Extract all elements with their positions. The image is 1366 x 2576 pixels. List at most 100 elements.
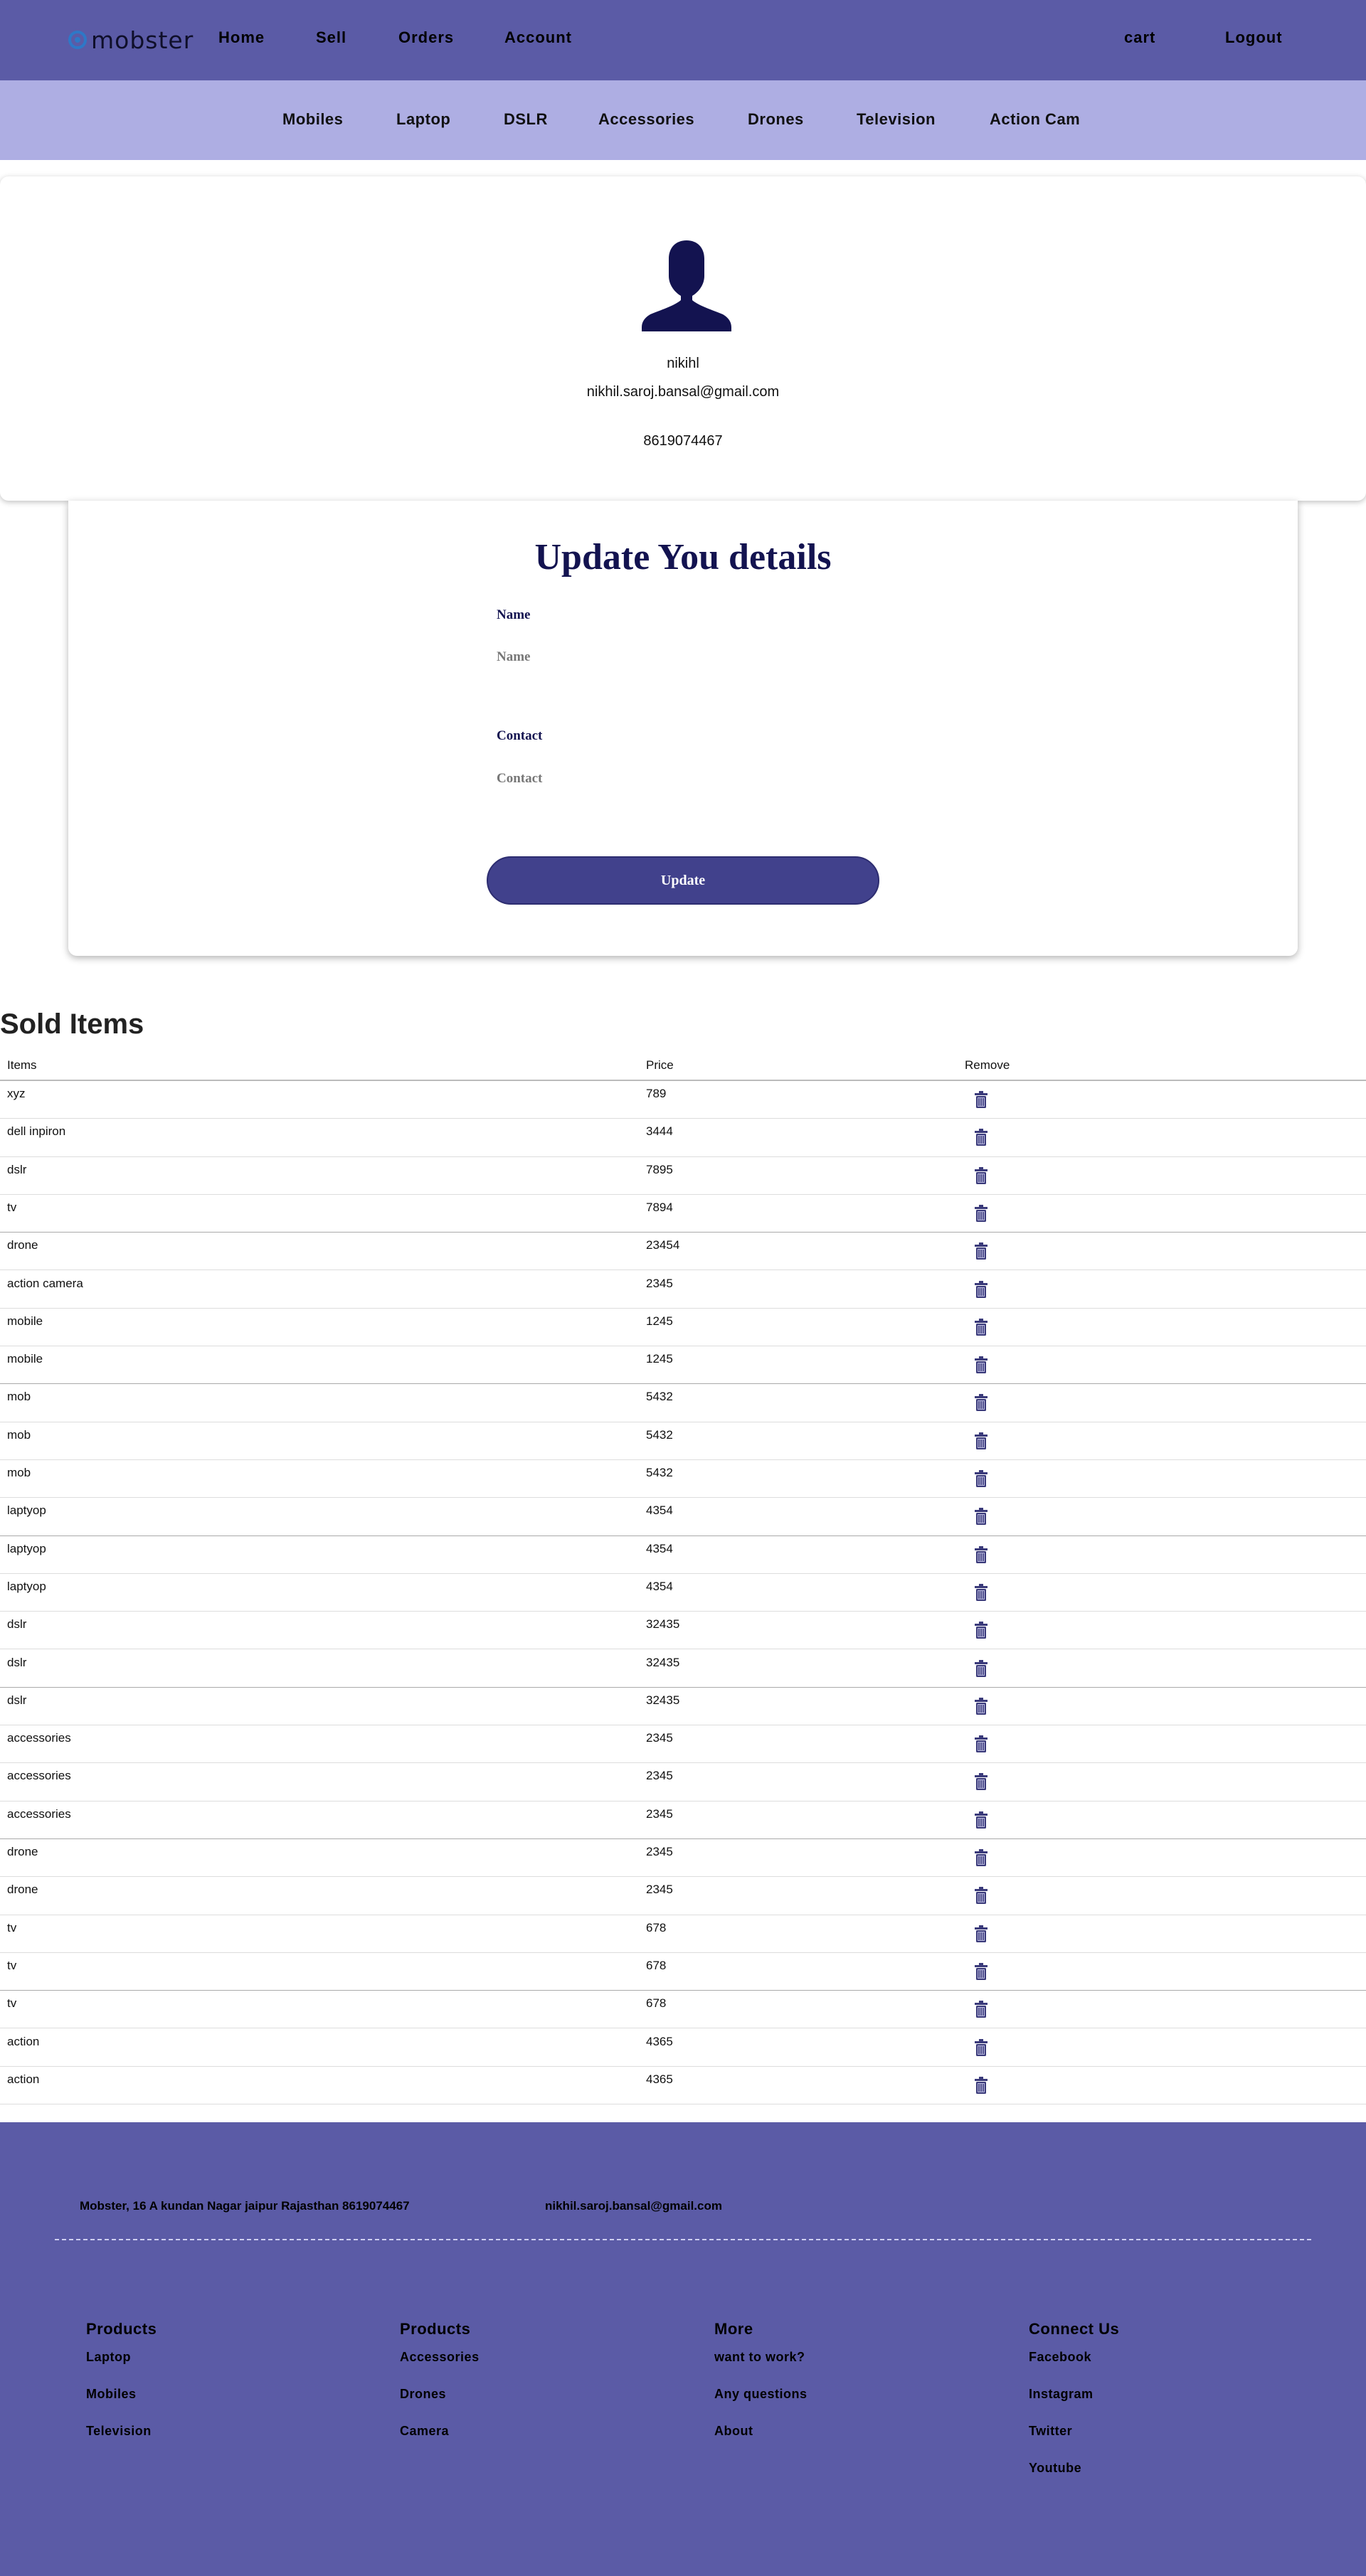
trash-icon[interactable] — [975, 1659, 988, 1677]
contact-label: Contact — [497, 728, 543, 743]
trash-icon[interactable] — [975, 1622, 988, 1639]
table-row: dslr 7895 — [0, 1157, 1366, 1195]
item-price-cell: 4354 — [646, 1579, 673, 1593]
trash-icon[interactable] — [975, 1242, 988, 1260]
trash-icon[interactable] — [975, 2076, 988, 2094]
item-name-cell: dslr — [7, 1162, 27, 1176]
trash-icon[interactable] — [975, 1925, 988, 1942]
top-navbar: mobster Home Sell Orders Account cart Lo… — [0, 0, 1366, 80]
trash-icon[interactable] — [975, 1887, 988, 1905]
footer-link-mobiles[interactable]: Mobiles — [86, 2385, 157, 2422]
table-row: laptyop 4354 — [0, 1574, 1366, 1612]
profile-email: nikhil.saroj.bansal@gmail.com — [586, 384, 780, 400]
trash-icon[interactable] — [975, 1849, 988, 1866]
item-price-cell: 678 — [646, 1996, 667, 2011]
profile-card: nikihl nikhil.saroj.bansal@gmail.com 861… — [0, 176, 1366, 501]
footer-link-camera[interactable]: Camera — [400, 2422, 480, 2459]
footer-link-any-questions[interactable]: Any questions — [714, 2385, 808, 2422]
profile-phone: 8619074467 — [643, 433, 723, 449]
trash-icon[interactable] — [975, 2038, 988, 2056]
nav-home-link[interactable]: Home — [218, 28, 265, 47]
item-price-cell: 2345 — [646, 1845, 673, 1858]
trash-icon[interactable] — [975, 1091, 988, 1108]
trash-icon[interactable] — [975, 1356, 988, 1374]
logo-mark-icon — [68, 31, 87, 49]
item-name-cell: tv — [7, 1920, 17, 1934]
trash-icon[interactable] — [975, 1166, 988, 1184]
footer-column-more: More want to work? Any questions About — [714, 2320, 808, 2459]
footer-heading: Products — [400, 2320, 471, 2338]
item-name-cell: drone — [7, 1883, 38, 1897]
category-accessories[interactable]: Accessories — [598, 110, 694, 129]
item-name-cell: laptyop — [7, 1503, 46, 1518]
trash-icon[interactable] — [975, 1773, 988, 1791]
trash-icon[interactable] — [975, 1204, 988, 1222]
footer-link-instagram[interactable]: Instagram — [1029, 2385, 1119, 2422]
trash-icon[interactable] — [975, 1697, 988, 1715]
trash-icon[interactable] — [975, 1129, 988, 1146]
trash-icon[interactable] — [975, 1280, 988, 1298]
column-header-price: Price — [646, 1058, 674, 1072]
trash-icon[interactable] — [975, 1811, 988, 1829]
category-drones[interactable]: Drones — [748, 110, 804, 129]
nav-orders-link[interactable]: Orders — [398, 28, 454, 47]
item-price-cell: 2345 — [646, 1276, 673, 1290]
footer-link-about[interactable]: About — [714, 2422, 808, 2459]
footer-column-connect: Connect Us Facebook Instagram Twitter Yo… — [1029, 2320, 1119, 2496]
nav-cart-link[interactable]: cart — [1124, 28, 1155, 47]
table-row: xyz 789 — [0, 1081, 1366, 1119]
trash-icon[interactable] — [975, 1470, 988, 1487]
item-name-cell: accessories — [7, 1769, 71, 1783]
update-button[interactable]: Update — [487, 856, 879, 905]
item-price-cell: 4354 — [646, 1503, 673, 1518]
category-mobiles[interactable]: Mobiles — [282, 110, 343, 129]
footer-link-laptop[interactable]: Laptop — [86, 2348, 157, 2385]
user-silhouette-icon — [642, 240, 731, 331]
footer-link-drones[interactable]: Drones — [400, 2385, 480, 2422]
table-row: drone 2345 — [0, 1839, 1366, 1878]
item-name-cell: xyz — [7, 1087, 26, 1100]
footer-link-youtube[interactable]: Youtube — [1029, 2459, 1119, 2496]
table-row: action 4365 — [0, 2067, 1366, 2105]
trash-icon[interactable] — [975, 1735, 988, 1753]
contact-input[interactable] — [497, 765, 867, 793]
nav-account-link[interactable]: Account — [504, 28, 572, 47]
table-row: mobile 1245 — [0, 1346, 1366, 1385]
name-input[interactable] — [497, 643, 867, 671]
logo[interactable]: mobster — [68, 26, 194, 54]
footer-link-accessories[interactable]: Accessories — [400, 2348, 480, 2385]
table-row: action camera 2345 — [0, 1271, 1366, 1309]
trash-icon[interactable] — [975, 2001, 988, 2018]
item-price-cell: 2345 — [646, 1883, 673, 1897]
trash-icon[interactable] — [975, 1962, 988, 1980]
trash-icon[interactable] — [975, 1545, 988, 1563]
item-price-cell: 2345 — [646, 1806, 673, 1821]
trash-icon[interactable] — [975, 1583, 988, 1601]
category-television[interactable]: Television — [857, 110, 936, 129]
trash-icon[interactable] — [975, 1508, 988, 1526]
item-price-cell: 7894 — [646, 1200, 673, 1214]
category-bar: Mobiles Laptop DSLR Accessories Drones T… — [0, 80, 1366, 160]
item-name-cell: mob — [7, 1466, 31, 1479]
trash-icon[interactable] — [975, 1394, 988, 1412]
item-name-cell: laptyop — [7, 1541, 46, 1555]
item-price-cell: 5432 — [646, 1466, 673, 1479]
profile-name: nikihl — [667, 356, 699, 371]
footer-link-television[interactable]: Television — [86, 2422, 157, 2459]
item-name-cell: dell inpiron — [7, 1124, 66, 1139]
item-price-cell: 32435 — [646, 1617, 680, 1632]
item-price-cell: 789 — [646, 1087, 667, 1100]
category-laptop[interactable]: Laptop — [396, 110, 450, 129]
trash-icon[interactable] — [975, 1318, 988, 1336]
footer-link-want-to-work[interactable]: want to work? — [714, 2348, 808, 2385]
logo-text: mobster — [91, 26, 194, 54]
footer-link-facebook[interactable]: Facebook — [1029, 2348, 1119, 2385]
nav-sell-link[interactable]: Sell — [316, 28, 346, 47]
trash-icon[interactable] — [975, 1432, 988, 1449]
table-row: tv 7894 — [0, 1195, 1366, 1233]
footer-link-twitter[interactable]: Twitter — [1029, 2422, 1119, 2459]
nav-logout-link[interactable]: Logout — [1225, 28, 1283, 47]
category-dslr[interactable]: DSLR — [504, 110, 548, 129]
item-price-cell: 32435 — [646, 1655, 680, 1669]
category-action-cam[interactable]: Action Cam — [990, 110, 1080, 129]
